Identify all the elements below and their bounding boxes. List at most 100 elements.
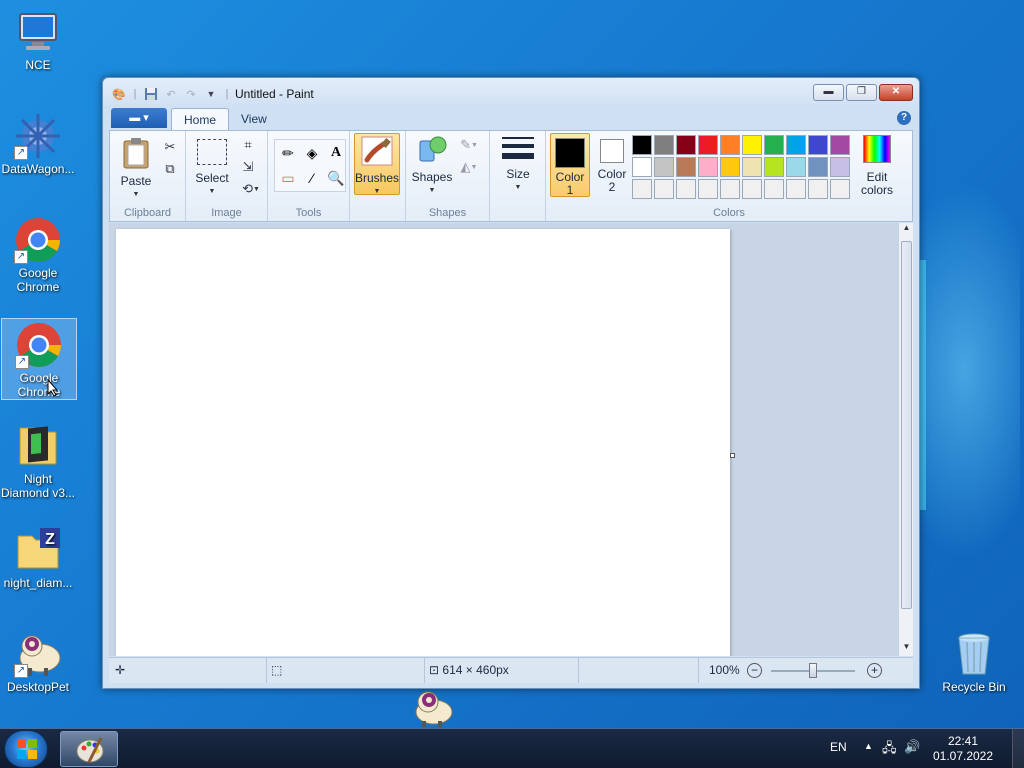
edit-colors-button[interactable]: Edit colors	[852, 135, 902, 197]
palette-swatch[interactable]	[830, 179, 850, 199]
language-indicator[interactable]: EN	[830, 740, 847, 754]
start-button[interactable]	[4, 730, 48, 768]
close-button[interactable]: ✕	[879, 84, 913, 101]
vertical-scrollbar[interactable]: ▲ ▼	[898, 223, 913, 656]
network-icon[interactable]: 🖧	[882, 739, 897, 761]
rotate-icon[interactable]: ⟲ ▼	[238, 179, 264, 199]
palette-swatch[interactable]	[786, 179, 806, 199]
size-button[interactable]: Size ▼	[496, 135, 540, 194]
palette-swatch[interactable]	[654, 135, 674, 155]
palette-swatch[interactable]	[632, 135, 652, 155]
scroll-up-icon[interactable]: ▲	[899, 223, 914, 237]
desktop-icon-chrome-1[interactable]: ↗ Google Chrome	[0, 216, 76, 298]
palette-swatch[interactable]	[676, 135, 696, 155]
redo-icon[interactable]: ↷	[183, 86, 199, 102]
show-desktop-button[interactable]	[1012, 729, 1024, 768]
fill-bucket-icon[interactable]: ◈	[301, 142, 323, 164]
quick-access-toolbar: 🎨 | ↶ ↷ ▼ |	[111, 85, 231, 103]
palette-swatch[interactable]	[764, 179, 784, 199]
desktop-icon-desktoppet[interactable]: ↗ DesktopPet	[0, 630, 76, 698]
desktop-icon-nce[interactable]: NCE	[0, 8, 76, 76]
customize-qat-chevron-icon[interactable]: ▼	[203, 86, 219, 102]
resize-icon[interactable]: ⇲	[238, 157, 258, 177]
select-button[interactable]: Select ▼	[192, 137, 232, 198]
palette-swatch[interactable]	[654, 157, 674, 177]
color2-button[interactable]: Color 2	[592, 133, 632, 197]
paste-label: Paste	[120, 174, 152, 188]
palette-swatch[interactable]	[808, 135, 828, 155]
paste-button[interactable]: Paste ▼	[116, 137, 156, 201]
copy-icon[interactable]: ⧉	[160, 159, 180, 179]
palette-swatch[interactable]	[632, 179, 652, 199]
zoom-out-icon[interactable]: −	[747, 663, 762, 678]
tab-view[interactable]: View	[229, 108, 279, 130]
desktop-pet-sheep[interactable]	[410, 688, 454, 728]
title-bar[interactable]: 🎨 | ↶ ↷ ▼ | Untitled - Paint ▬ ❐ ✕	[103, 78, 919, 108]
palette-swatch[interactable]	[654, 179, 674, 199]
scrollbar-thumb[interactable]	[901, 241, 912, 609]
palette-swatch[interactable]	[676, 179, 696, 199]
paint-menu-button[interactable]: ▬ ▾	[111, 108, 167, 128]
maximize-button[interactable]: ❐	[846, 84, 877, 101]
dropdown-arrow-icon: ▼	[373, 188, 381, 195]
palette-swatch[interactable]	[830, 157, 850, 177]
palette-swatch[interactable]	[742, 179, 762, 199]
palette-swatch[interactable]	[786, 135, 806, 155]
palette-swatch[interactable]	[764, 135, 784, 155]
zoom-in-icon[interactable]: +	[867, 663, 882, 678]
palette-swatch[interactable]	[742, 135, 762, 155]
taskbar-paint-button[interactable]	[60, 731, 118, 767]
palette-swatch[interactable]	[698, 135, 718, 155]
outline-icon[interactable]: ✎ ▼	[456, 135, 482, 155]
cursor-position-segment: ✛	[109, 658, 267, 683]
clock[interactable]: 22:41 01.07.2022	[928, 734, 998, 764]
palette-swatch[interactable]	[720, 179, 740, 199]
palette-swatch[interactable]	[830, 135, 850, 155]
palette-swatch[interactable]	[808, 179, 828, 199]
crop-icon[interactable]: ⌗	[238, 135, 258, 155]
cut-icon[interactable]: ✂	[160, 137, 180, 157]
help-icon[interactable]: ?	[897, 111, 911, 125]
palette-swatch[interactable]	[720, 135, 740, 155]
show-hidden-icons-icon[interactable]: ▲	[864, 741, 873, 751]
brushes-button[interactable]: Brushes ▼	[354, 133, 400, 195]
palette-swatch[interactable]	[632, 157, 652, 177]
magnifier-icon[interactable]: 🔍	[325, 167, 347, 189]
scroll-down-icon[interactable]: ▼	[899, 642, 914, 656]
save-icon[interactable]	[143, 86, 159, 102]
volume-icon[interactable]: 🔊	[904, 739, 920, 755]
palette-swatch[interactable]	[698, 179, 718, 199]
group-brushes: Brushes ▼	[350, 131, 406, 221]
paint-app-icon[interactable]: 🎨	[111, 86, 127, 102]
palette-swatch[interactable]	[786, 157, 806, 177]
drawing-canvas[interactable]	[116, 229, 730, 656]
desktop-icon-datawagon[interactable]: ↗ DataWagon...	[0, 112, 76, 180]
palette-swatch[interactable]	[808, 157, 828, 177]
tab-home[interactable]: Home	[171, 108, 230, 130]
line-size-icon	[502, 135, 534, 165]
color1-button[interactable]: Color 1	[550, 133, 590, 197]
pencil-icon[interactable]: ✏	[277, 142, 299, 164]
eraser-icon[interactable]: ▭	[277, 167, 299, 189]
color-picker-icon[interactable]: ⁄	[301, 167, 323, 189]
palette-swatch[interactable]	[676, 157, 696, 177]
shapes-button[interactable]: Shapes ▼	[410, 135, 454, 197]
palette-swatch[interactable]	[764, 157, 784, 177]
desktop-icon-night-diam-zip[interactable]: Z night_diam...	[0, 526, 76, 594]
taskbar: EN ▲ 🖧 🔊 22:41 01.07.2022	[0, 728, 1024, 768]
size-label: Size	[506, 167, 530, 181]
undo-icon[interactable]: ↶	[163, 86, 179, 102]
chrome-icon: ↗	[15, 321, 63, 369]
color2-swatch	[600, 139, 624, 163]
resize-handle[interactable]	[730, 453, 735, 458]
zoom-slider-thumb[interactable]	[809, 663, 817, 678]
desktop-icon-recycle-bin[interactable]: Recycle Bin	[936, 630, 1012, 698]
minimize-button[interactable]: ▬	[813, 84, 844, 101]
fill-icon[interactable]: ◭ ▼	[456, 157, 482, 177]
desktop-icon-chrome-2[interactable]: ↗ Google Chrome	[1, 318, 77, 400]
text-tool-icon[interactable]: A	[325, 142, 347, 164]
palette-swatch[interactable]	[742, 157, 762, 177]
desktop-icon-night-diamond[interactable]: Night Diamond v3...	[0, 422, 76, 504]
palette-swatch[interactable]	[720, 157, 740, 177]
palette-swatch[interactable]	[698, 157, 718, 177]
